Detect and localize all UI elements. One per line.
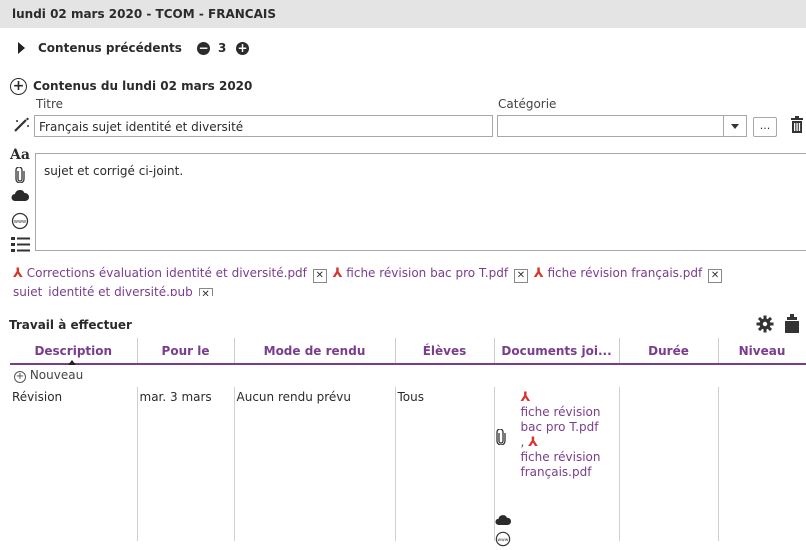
cloud-icon[interactable] <box>11 189 30 205</box>
editor-text: sujet et corrigé ci-joint. <box>44 164 184 178</box>
remove-attachment-icon[interactable]: ✕ <box>312 269 327 283</box>
delete-work-icon[interactable] <box>785 314 799 337</box>
web-link-icon[interactable]: www <box>11 212 29 233</box>
table-row[interactable]: Révision mar. 3 mars Aucun rendu prévu T… <box>10 387 806 547</box>
column-header-eleves[interactable]: Élèves <box>395 338 495 365</box>
remove-attachment-icon[interactable]: ✕ <box>708 269 723 283</box>
attachment-link[interactable]: Corrections évaluation identité et diver… <box>27 266 307 280</box>
paperclip-icon[interactable] <box>14 166 26 186</box>
session-title: lundi 02 mars 2020 - TCOM - FRANCAIS <box>12 7 276 21</box>
attachment-link[interactable]: sujet_identité et diversité.pub <box>13 285 193 296</box>
titre-label: Titre <box>36 97 64 111</box>
column-header-pour-le[interactable]: Pour le <box>137 338 235 365</box>
previous-contents-label[interactable]: Contenus précédents <box>38 41 182 55</box>
chevron-down-icon[interactable] <box>723 116 746 136</box>
cell-documents: ⅄ fiche révision bac pro T.pdf , ⅄ fiche… <box>494 387 620 547</box>
titre-input[interactable]: Français sujet identité et diversité <box>34 115 493 137</box>
previous-count: 3 <box>218 41 227 55</box>
pdf-icon: ⅄ <box>520 390 531 405</box>
pdf-icon: ⅄ <box>528 435 539 450</box>
column-header-documents[interactable]: Documents joi... <box>494 338 620 365</box>
categorie-select[interactable] <box>497 115 747 137</box>
cloud-icon[interactable] <box>494 515 511 529</box>
expand-arrow-icon[interactable] <box>18 42 25 54</box>
contents-heading: Contenus du lundi 02 mars 2020 <box>33 79 253 93</box>
add-new-icon[interactable]: + <box>14 371 26 383</box>
column-header-duree[interactable]: Durée <box>619 338 719 365</box>
trash-icon[interactable] <box>790 116 804 137</box>
svg-text:www: www <box>497 538 508 543</box>
document-link[interactable]: fiche révision bac pro T.pdf <box>521 405 616 435</box>
attachment-link[interactable]: fiche révision français.pdf <box>547 266 702 280</box>
new-row[interactable]: + Nouveau <box>10 364 806 387</box>
session-title-bar: lundi 02 mars 2020 - TCOM - FRANCAIS <box>0 0 806 28</box>
work-section-title: Travail à effectuer <box>9 318 132 332</box>
cell-niveau[interactable] <box>718 387 806 541</box>
sort-indicator-icon <box>68 360 76 365</box>
table-header-row: Description Pour le Mode de rendu Élèves… <box>10 338 806 365</box>
content-editor[interactable]: sujet et corrigé ci-joint. <box>35 153 806 251</box>
settings-icon[interactable] <box>756 315 774 336</box>
attachment-list-overflow: sujet_identité et diversité.pub ✕ <box>13 285 215 296</box>
cell-description[interactable]: Révision <box>10 387 138 541</box>
cell-duree[interactable] <box>619 387 719 541</box>
cell-eleves[interactable]: Tous <box>395 387 495 541</box>
document-link[interactable]: fiche révision français.pdf <box>521 450 616 480</box>
magic-wand-icon[interactable] <box>13 117 31 136</box>
add-content-icon[interactable]: + <box>10 78 27 95</box>
cell-mode[interactable]: Aucun rendu prévu <box>234 387 396 541</box>
previous-minus-icon[interactable]: − <box>197 42 210 55</box>
attachment-list: ⅄ Corrections évaluation identité et div… <box>13 266 724 283</box>
attachment-link[interactable]: fiche révision bac pro T.pdf <box>346 266 508 280</box>
titre-input-value: Français sujet identité et diversité <box>39 120 244 134</box>
more-button[interactable]: ... <box>753 117 777 137</box>
pdf-icon: ⅄ <box>13 266 23 281</box>
svg-text:www: www <box>14 219 26 225</box>
text-format-icon[interactable]: Aa <box>10 147 30 163</box>
remove-attachment-icon[interactable]: ✕ <box>513 269 528 283</box>
previous-contents-row[interactable]: Contenus précédents − 3 + <box>0 33 806 63</box>
web-link-icon[interactable]: www <box>495 531 511 550</box>
column-header-mode[interactable]: Mode de rendu <box>234 338 396 365</box>
paperclip-icon[interactable] <box>495 428 507 448</box>
categorie-label: Catégorie <box>498 97 557 111</box>
pdf-icon: ⅄ <box>533 266 544 281</box>
list-icon[interactable] <box>11 236 31 257</box>
cell-pour-le[interactable]: mar. 3 mars <box>137 387 235 541</box>
column-header-niveau[interactable]: Niveau <box>718 338 806 365</box>
previous-plus-icon[interactable]: + <box>236 42 249 55</box>
pdf-icon: ⅄ <box>332 266 343 281</box>
document-separator: , <box>520 435 525 449</box>
work-table: Description Pour le Mode de rendu Élèves… <box>10 338 806 547</box>
new-row-label[interactable]: Nouveau <box>30 368 83 382</box>
remove-attachment-icon[interactable]: ✕ <box>198 288 213 296</box>
